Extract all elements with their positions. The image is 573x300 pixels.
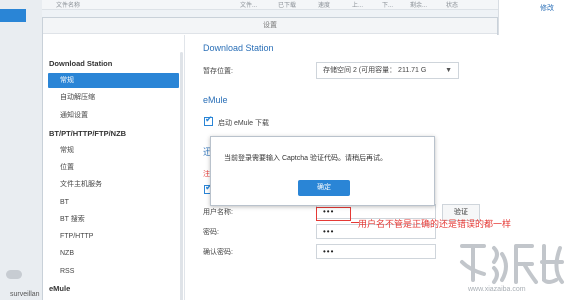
- emule-heading: eMule: [203, 95, 228, 105]
- dialog-message: 当前登录需要输入 Captcha 验证代码。请稍后再试。: [224, 155, 387, 162]
- confirm-password-field[interactable]: •••: [316, 244, 436, 259]
- sidebar-item-auto-extract[interactable]: 自动解压缩: [48, 90, 179, 105]
- sidebar-item-file-hosting[interactable]: 文件主机服务: [48, 177, 179, 192]
- background-left-label: surveillan: [10, 291, 40, 298]
- captcha-alert-dialog: 当前登录需要输入 Captcha 验证代码。请稍后再试。 确定: [210, 136, 435, 206]
- table-header-cell[interactable]: 剩余...: [410, 0, 427, 9]
- sidebar-item-bt-search[interactable]: BT 搜索: [48, 212, 179, 227]
- ok-button[interactable]: 确定: [298, 180, 350, 196]
- cloud-icon: [6, 270, 22, 279]
- sidebar-item-ftp-http[interactable]: FTP/HTTP: [48, 229, 179, 244]
- background-left-panel: [0, 0, 42, 300]
- enable-emule-label: 启动 eMule 下载: [218, 120, 269, 127]
- watermark-text: www.xiazaiba.com: [468, 286, 526, 293]
- sidebar-item-bt[interactable]: BT: [48, 195, 179, 210]
- table-header-cell[interactable]: 速度: [318, 0, 330, 9]
- table-header-cell[interactable]: 文件名称: [56, 0, 80, 9]
- password-label: 密码:: [203, 229, 219, 236]
- sidebar-section-title: eMule: [49, 284, 71, 293]
- sidebar-item-general[interactable]: 常规: [48, 143, 179, 158]
- table-header-cell[interactable]: 文件...: [240, 0, 257, 9]
- temp-location-value: 存储空间 2 (可用容量： 211.71 G: [323, 67, 427, 74]
- confirm-password-label: 确认密码:: [203, 249, 233, 256]
- sidebar-section-title: BT/PT/HTTP/FTP/NZB: [49, 129, 127, 138]
- settings-sidebar: Download Station 常规 自动解压缩 通知设置 BT/PT/HTT…: [43, 35, 185, 300]
- annotation-highlight-box: [316, 207, 351, 221]
- table-header-cell[interactable]: 下...: [382, 0, 393, 9]
- background-selected-item[interactable]: [0, 9, 26, 22]
- enable-emule-checkbox[interactable]: ✔: [204, 114, 213, 126]
- sidebar-item-general[interactable]: 常规: [48, 73, 179, 88]
- download-station-heading: Download Station: [203, 43, 274, 53]
- table-header-cell[interactable]: 已下载: [278, 0, 296, 9]
- notice-text-partial: 注: [203, 171, 210, 178]
- sidebar-scrollbar[interactable]: [180, 52, 183, 300]
- table-header-cell[interactable]: 状态: [446, 0, 458, 9]
- sidebar-item-location[interactable]: 位置: [48, 160, 179, 175]
- window-title: 设置: [43, 18, 497, 34]
- chevron-down-icon: ▼: [445, 67, 452, 74]
- table-header-cell[interactable]: 上...: [352, 0, 363, 9]
- sidebar-item-notifications[interactable]: 通知设置: [48, 108, 179, 123]
- temp-location-label: 暂存位置:: [203, 68, 233, 75]
- background-edit-link[interactable]: 修改: [540, 3, 554, 13]
- sidebar-item-nzb[interactable]: NZB: [48, 246, 179, 261]
- username-label: 用户名称:: [203, 209, 233, 216]
- temp-location-select[interactable]: 存储空间 2 (可用容量： 211.71 G ▼: [316, 62, 459, 79]
- sidebar-item-rss[interactable]: RSS: [48, 264, 179, 279]
- sidebar-section-title: Download Station: [49, 59, 113, 68]
- check-icon: ✔: [205, 114, 213, 124]
- annotation-text: 用户名不管是正确的还是错误的都一样: [358, 219, 512, 229]
- background-table-header: 文件名称 文件... 已下载 速度 上... 下... 剩余... 状态: [42, 0, 498, 10]
